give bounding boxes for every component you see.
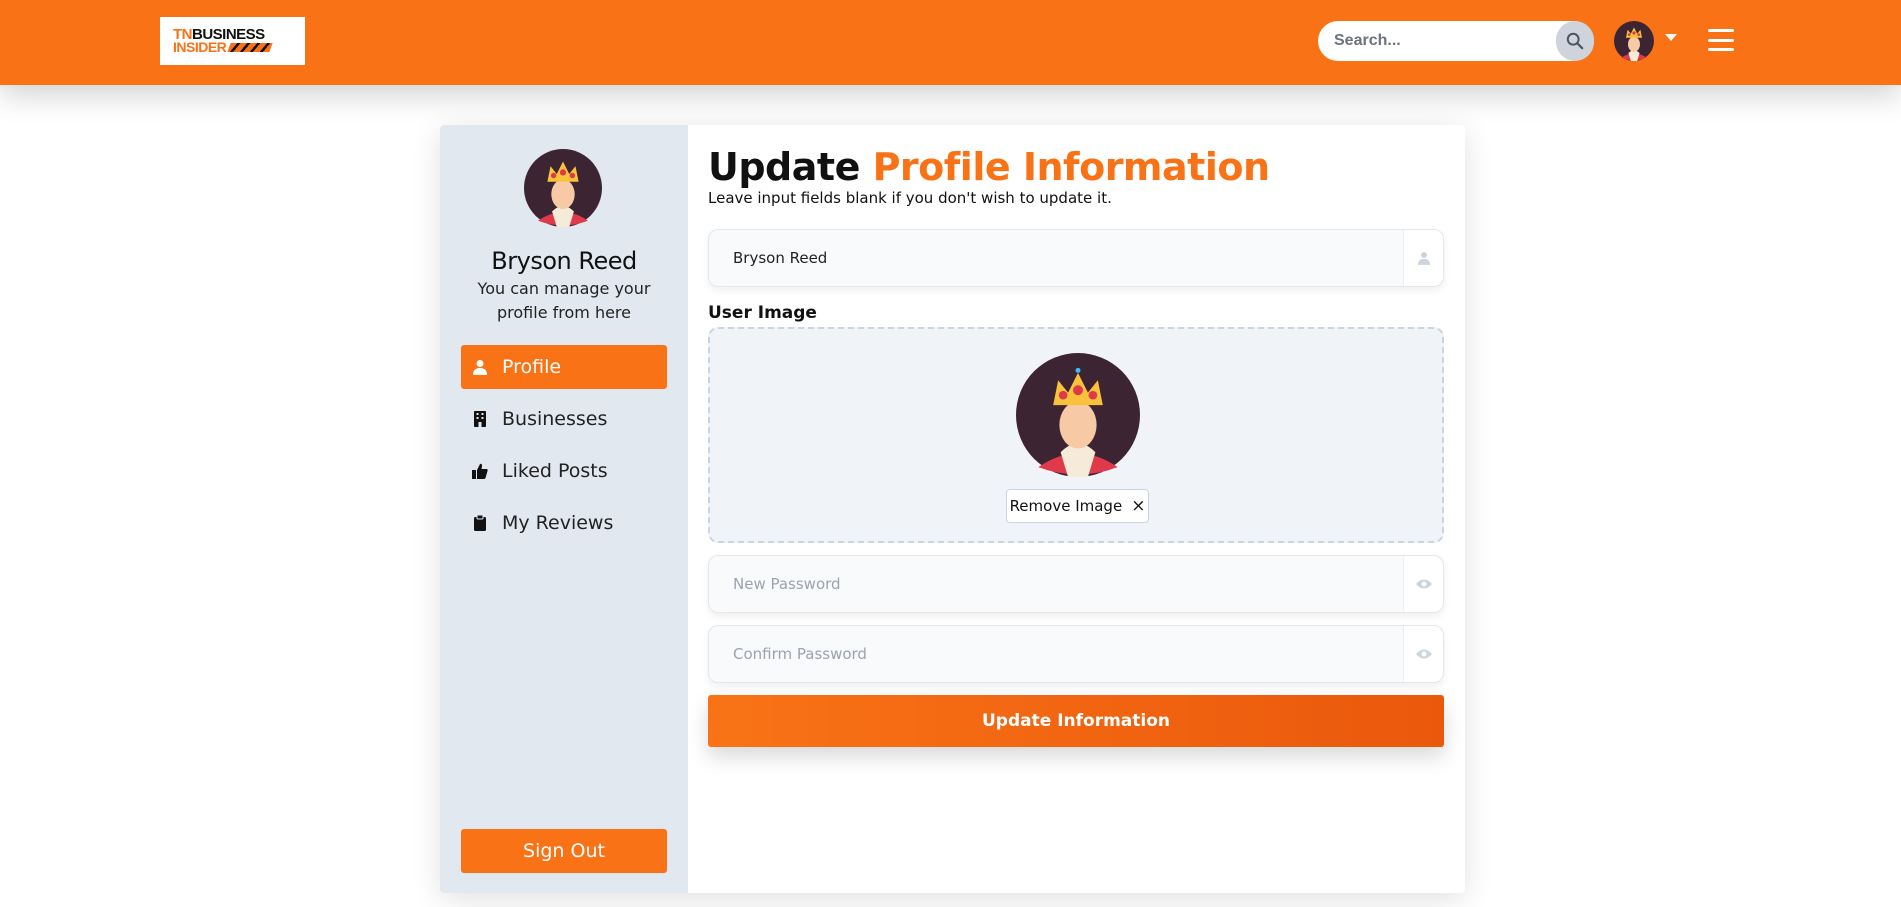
- user-icon: [469, 356, 491, 378]
- eye-icon[interactable]: [1403, 556, 1443, 612]
- name-input[interactable]: [709, 230, 1389, 286]
- logo[interactable]: TNBUSINESS INSIDER: [160, 17, 305, 65]
- search-button[interactable]: [1556, 21, 1594, 61]
- page-title: Update Profile Information: [708, 145, 1270, 189]
- confirm-password-field: [708, 625, 1444, 683]
- eye-icon[interactable]: [1403, 626, 1443, 682]
- image-dropzone[interactable]: Remove Image ×: [708, 327, 1444, 543]
- building-icon: [469, 408, 491, 430]
- chevron-down-icon[interactable]: [1665, 34, 1677, 41]
- search-input[interactable]: [1318, 21, 1548, 61]
- close-icon: ×: [1131, 496, 1146, 516]
- user-avatar[interactable]: [1614, 21, 1654, 61]
- update-information-button[interactable]: Update Information: [708, 695, 1444, 747]
- user-image-preview: [1016, 353, 1140, 477]
- hamburger-icon[interactable]: [1708, 29, 1734, 51]
- sidebar-item-businesses[interactable]: Businesses: [461, 397, 667, 441]
- thumbs-up-icon: [469, 460, 491, 482]
- new-password-field: [708, 555, 1444, 613]
- search-icon: [1566, 32, 1584, 50]
- remove-image-button[interactable]: Remove Image ×: [1006, 489, 1149, 523]
- sidebar-item-label: My Reviews: [502, 512, 614, 534]
- avatar: [524, 149, 602, 227]
- sign-out-button[interactable]: Sign Out: [461, 829, 667, 873]
- profile-card: Bryson Reed You can manage your profile …: [440, 125, 1465, 893]
- top-navbar: TNBUSINESS INSIDER: [0, 0, 1901, 85]
- profile-name: Bryson Reed: [491, 247, 637, 275]
- sidebar-item-my-reviews[interactable]: My Reviews: [461, 501, 667, 545]
- search-bar: [1318, 21, 1594, 61]
- profile-subtitle: You can manage your profile from here: [477, 279, 651, 322]
- name-field: [708, 229, 1444, 287]
- avatar-image: [1614, 21, 1654, 61]
- sidebar-item-label: Profile: [502, 356, 562, 378]
- sidebar-nav: Profile Businesses Liked Posts My Review…: [461, 345, 667, 553]
- new-password-input[interactable]: [709, 556, 1389, 612]
- user-icon: [1403, 230, 1443, 286]
- form-hint: Leave input fields blank if you don't wi…: [708, 189, 1112, 207]
- confirm-password-input[interactable]: [709, 626, 1389, 682]
- sidebar-item-label: Liked Posts: [502, 460, 608, 482]
- sidebar-item-profile[interactable]: Profile: [461, 345, 667, 389]
- user-image-label: User Image: [708, 303, 817, 323]
- sidebar: Bryson Reed You can manage your profile …: [440, 125, 688, 893]
- clipboard-icon: [469, 512, 491, 534]
- sidebar-item-label: Businesses: [502, 408, 608, 430]
- sidebar-item-liked-posts[interactable]: Liked Posts: [461, 449, 667, 493]
